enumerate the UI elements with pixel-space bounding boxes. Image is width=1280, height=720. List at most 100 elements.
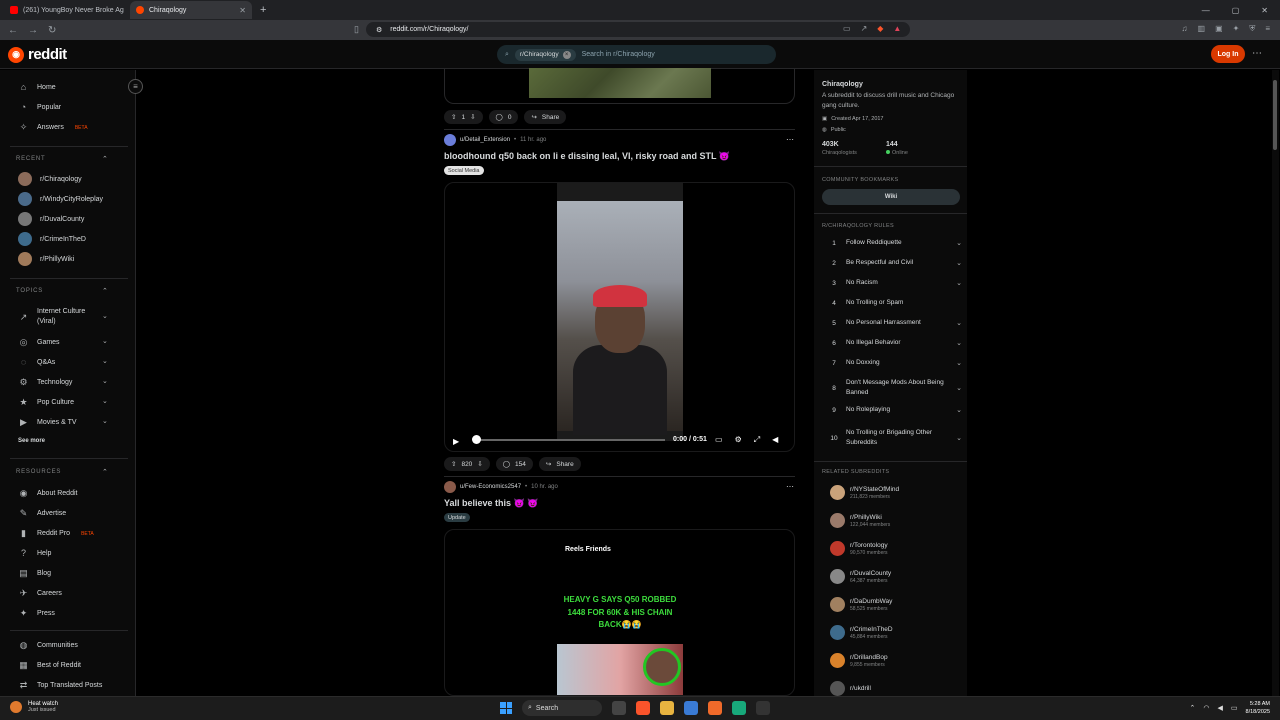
- footer-item[interactable]: ▦ Best of Reddit: [18, 660, 81, 671]
- chevron-down-icon[interactable]: ⌄: [102, 312, 108, 320]
- login-button[interactable]: Log In: [1211, 45, 1245, 63]
- rule-item[interactable]: 8 Don't Message Mods About Being Banned ⌄: [822, 378, 962, 398]
- settings-icon[interactable]: ⚙: [735, 435, 742, 445]
- rule-item[interactable]: 7 No Doxxing ⌄: [822, 358, 962, 368]
- reddit-logo[interactable]: ◉ reddit: [8, 46, 67, 63]
- resource-item[interactable]: ◉ About Reddit: [18, 488, 78, 499]
- upvote-icon[interactable]: ⇧: [451, 113, 456, 121]
- chevron-down-icon[interactable]: ⌄: [956, 359, 962, 367]
- new-tab-icon[interactable]: +: [260, 4, 266, 16]
- resource-item[interactable]: ▤ Blog: [18, 568, 51, 579]
- scrollbar-thumb[interactable]: [1273, 80, 1277, 150]
- comments-button[interactable]: ◯ 0: [488, 110, 519, 124]
- related-subreddit[interactable]: r/Torontology 90,570 members: [830, 541, 888, 556]
- see-more-link[interactable]: See more: [18, 438, 45, 444]
- sidebar-item-popular[interactable]: ◔ Popular: [18, 102, 61, 112]
- chevron-down-icon[interactable]: ⌄: [956, 319, 962, 327]
- post-title[interactable]: Yall believe this 😈 😈: [444, 498, 538, 509]
- chevron-down-icon[interactable]: ⌄: [956, 279, 962, 287]
- recent-item[interactable]: r/CrimeInTheD: [18, 232, 86, 246]
- site-info-icon[interactable]: ⚙: [376, 26, 382, 34]
- share-icon[interactable]: ↗: [861, 24, 868, 33]
- network-icon[interactable]: ◠: [1203, 704, 1209, 712]
- chevron-down-icon[interactable]: ⌄: [102, 357, 108, 365]
- recent-item[interactable]: r/WindyCityRoleplay: [18, 192, 103, 206]
- share-button[interactable]: ↪ Share: [538, 457, 581, 471]
- post-flair[interactable]: Update: [444, 513, 470, 522]
- file-explorer-icon[interactable]: [660, 701, 674, 715]
- search-input[interactable]: Search in r/Chiraqology: [582, 51, 655, 58]
- rule-item[interactable]: 3 No Racism ⌄: [822, 278, 962, 288]
- resource-item[interactable]: ✎ Advertise: [18, 508, 66, 519]
- related-subreddit[interactable]: r/DuvalCounty 64,387 members: [830, 569, 891, 584]
- rule-item[interactable]: 1 Follow Reddiquette ⌄: [822, 238, 962, 248]
- related-subreddit[interactable]: r/DrillandBop 9,855 members: [830, 653, 888, 668]
- video-player[interactable]: ▶ 0:00 / 0:51 ▭ ⚙ ⤢ ◀: [444, 182, 795, 452]
- search-bar[interactable]: ⌕ r/Chiraqology × Search in r/Chiraqolog…: [497, 45, 776, 64]
- search-community-chip[interactable]: r/Chiraqology ×: [514, 48, 576, 61]
- chevron-up-icon[interactable]: ⌃: [1190, 704, 1196, 712]
- chevron-down-icon[interactable]: ⌄: [956, 339, 962, 347]
- comments-button[interactable]: ◯ 154: [495, 457, 533, 471]
- downvote-icon[interactable]: ⇩: [477, 460, 482, 468]
- chevron-down-icon[interactable]: ⌄: [956, 384, 962, 392]
- brave-browser-icon[interactable]: [636, 701, 650, 715]
- recent-item[interactable]: r/Chiraqology: [18, 172, 82, 186]
- vlc-icon[interactable]: [708, 701, 722, 715]
- resource-item[interactable]: ✦ Press: [18, 608, 55, 619]
- resource-item[interactable]: ▮ Reddit Pro BETA: [18, 528, 94, 539]
- topic-item[interactable]: ◎ Games: [18, 337, 60, 348]
- chevron-down-icon[interactable]: ⌄: [956, 239, 962, 247]
- browser-tab-chiraqology[interactable]: Chiraqology ✕: [130, 1, 252, 19]
- extensions-icon[interactable]: ✦: [1233, 24, 1240, 34]
- brave-shield-icon[interactable]: ◆: [877, 24, 883, 33]
- footer-item[interactable]: ⇄ Top Translated Posts: [18, 680, 103, 691]
- screenshot-icon[interactable]: ▭: [843, 24, 851, 33]
- rewards-icon[interactable]: ▲: [893, 24, 901, 33]
- app-icon[interactable]: [732, 701, 746, 715]
- weather-widget[interactable]: Heat watch Just issued: [10, 701, 58, 713]
- previous-post-image[interactable]: [444, 68, 795, 104]
- chevron-down-icon[interactable]: ⌄: [102, 377, 108, 385]
- post-media[interactable]: Reels Friends HEAVY G SAYS Q50 ROBBED 14…: [444, 529, 795, 696]
- rule-item[interactable]: 5 No Personal Harrassment ⌄: [822, 318, 962, 328]
- topics-section-header[interactable]: TOPICS ⌃: [16, 288, 108, 295]
- recent-item[interactable]: r/DuvalCounty: [18, 212, 84, 226]
- wallet-icon[interactable]: ▣: [1215, 24, 1223, 34]
- sidebar-icon[interactable]: ▥: [1198, 24, 1206, 34]
- topic-item[interactable]: ▶ Movies & TV: [18, 417, 77, 428]
- footer-item[interactable]: ◍ Communities: [18, 640, 78, 651]
- reload-icon[interactable]: ↻: [48, 25, 56, 36]
- related-subreddit[interactable]: r/ukdrill: [830, 681, 871, 696]
- post-title[interactable]: bloodhound q50 back on li e dissing leal…: [444, 151, 730, 162]
- post-options-icon[interactable]: ⋯: [786, 135, 794, 144]
- maximize-icon[interactable]: ▢: [1232, 6, 1240, 15]
- page-scrollbar[interactable]: [1272, 70, 1279, 696]
- play-icon[interactable]: ▶: [453, 437, 459, 446]
- battery-icon[interactable]: ▭: [1231, 704, 1238, 712]
- downvote-icon[interactable]: ⇩: [470, 113, 475, 121]
- chip-remove-icon[interactable]: ×: [562, 50, 571, 59]
- related-subreddit[interactable]: r/NYStateOfMind 211,823 members: [830, 485, 899, 500]
- bookmark-icon[interactable]: ▯: [354, 24, 359, 35]
- chevron-down-icon[interactable]: ⌄: [102, 417, 108, 425]
- rule-item[interactable]: 2 Be Respectful and Civil ⌄: [822, 258, 962, 268]
- post-options-icon[interactable]: ⋯: [786, 482, 794, 491]
- chevron-down-icon[interactable]: ⌄: [956, 434, 962, 442]
- chevron-down-icon[interactable]: ⌄: [102, 337, 108, 345]
- forward-icon[interactable]: →: [28, 25, 38, 36]
- taskbar-search[interactable]: ⌕ Search: [522, 700, 602, 716]
- browser-tab-youtube[interactable]: (261) YoungBoy Never Broke Ag ✕: [4, 1, 126, 19]
- clock[interactable]: 5:28 AM 8/18/2025: [1246, 700, 1270, 716]
- post-author[interactable]: u/Detail_Extension: [460, 137, 510, 143]
- related-subreddit[interactable]: r/CrimeInTheD 45,884 members: [830, 625, 893, 640]
- wiki-button[interactable]: Wiki: [822, 189, 960, 205]
- share-button[interactable]: ↪ Share: [524, 110, 567, 124]
- menu-icon[interactable]: ≡: [1265, 24, 1270, 34]
- windows-start-icon[interactable]: [500, 702, 512, 714]
- scrubber-handle[interactable]: [472, 435, 481, 444]
- address-bar[interactable]: ⚙ reddit.com/r/Chiraqology/: [366, 22, 910, 37]
- topic-item[interactable]: ↗ Internet Culture (Viral): [18, 307, 95, 327]
- recent-section-header[interactable]: RECENT ⌃: [16, 156, 108, 163]
- volume-icon[interactable]: ◀: [1218, 704, 1223, 712]
